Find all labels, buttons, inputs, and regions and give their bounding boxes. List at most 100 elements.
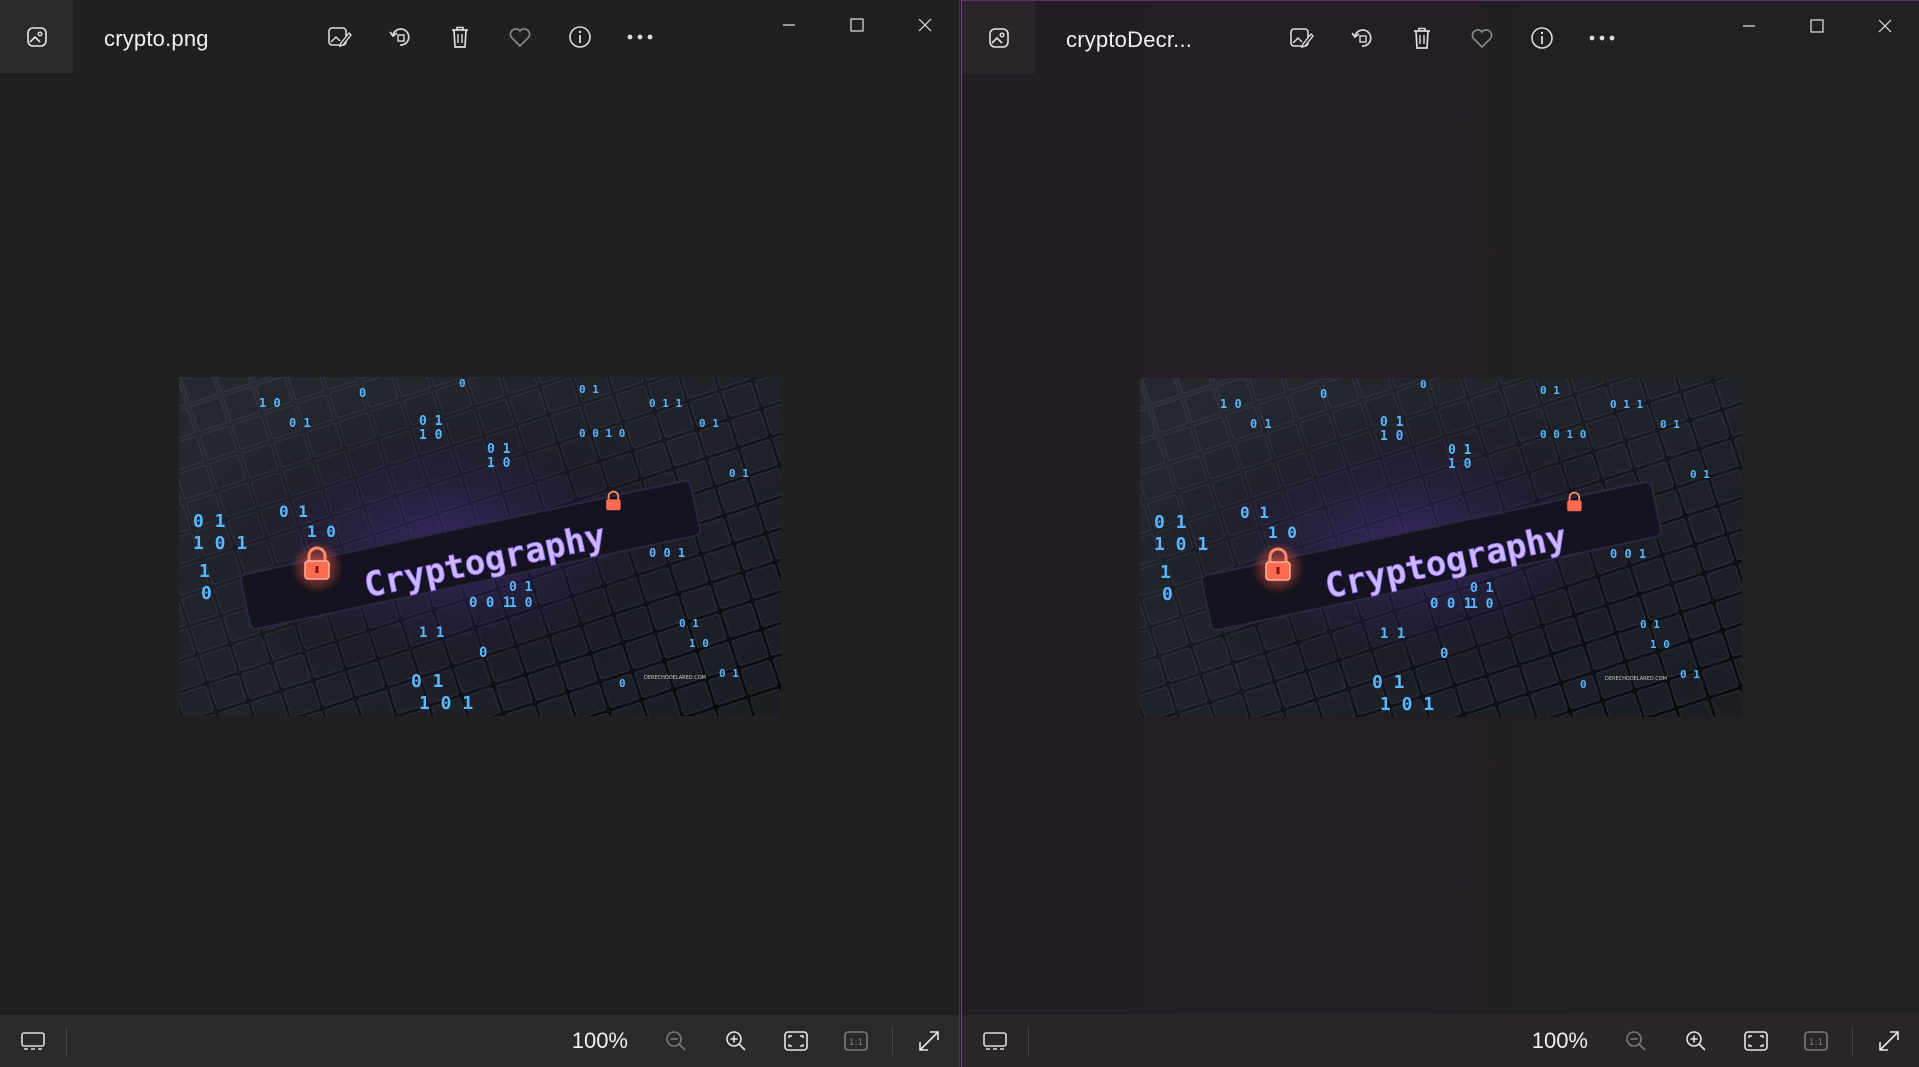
zoom-out-icon: [666, 1031, 686, 1051]
svg-text:1 1: 1 1: [419, 625, 444, 641]
fit-to-window-button[interactable]: [1726, 1015, 1786, 1067]
svg-text:0 1: 0 1: [699, 417, 719, 430]
svg-text:1: 1: [1160, 562, 1171, 583]
fit-to-window-icon: [784, 1031, 808, 1051]
zoom-out-icon: [1626, 1031, 1646, 1051]
photo-canvas[interactable]: Cryptography 0 1 1 0 1 1 0 0 1 1 0 0 1 1…: [179, 377, 781, 716]
svg-text:1 1: 1 1: [1380, 626, 1405, 642]
zoom-level: 100%: [1531, 1028, 1588, 1053]
close-icon: [918, 18, 932, 32]
minimize-button[interactable]: [1715, 1, 1783, 51]
svg-text:0 1: 0 1: [419, 414, 443, 429]
svg-text:0 1: 0 1: [719, 667, 739, 680]
info-button[interactable]: [1512, 21, 1572, 55]
svg-text:0 0 1: 0 0 1: [469, 595, 511, 611]
info-icon: [1531, 27, 1553, 49]
minimize-icon: [783, 24, 795, 26]
svg-text:0: 0: [1580, 678, 1587, 691]
zoom-out-button[interactable]: [1606, 1015, 1666, 1067]
svg-text:0 1: 0 1: [1680, 668, 1700, 681]
actual-size-button[interactable]: 1:1: [1786, 1015, 1846, 1067]
filmstrip-icon: [983, 1032, 1007, 1050]
svg-text:0 1: 0 1: [1240, 503, 1269, 522]
svg-text:0: 0: [359, 386, 366, 400]
zoom-in-icon: [1686, 1031, 1706, 1051]
fit-to-window-button[interactable]: [766, 1015, 826, 1067]
full-screen-button[interactable]: [1859, 1015, 1919, 1067]
bottom-bar: 100% 1:1: [0, 1015, 959, 1067]
svg-text:0: 0: [1420, 378, 1427, 391]
more-icon: [627, 34, 653, 40]
app-icon[interactable]: [0, 0, 73, 73]
svg-text:0 0 1: 0 0 1: [649, 546, 685, 560]
delete-icon: [452, 26, 468, 48]
svg-text:0: 0: [619, 677, 626, 690]
maximize-button[interactable]: [1783, 1, 1851, 51]
favorite-icon: [1471, 29, 1493, 49]
svg-text:1 0: 1 0: [487, 456, 511, 471]
svg-text:0: 0: [1320, 387, 1327, 401]
bottom-bar: 100% 1:1: [962, 1015, 1919, 1067]
info-icon: [569, 26, 591, 48]
separator: [66, 1027, 67, 1055]
zoom-controls: 100% 1:1: [1532, 1015, 1919, 1067]
svg-text:1 0: 1 0: [1380, 429, 1404, 444]
favorite-button[interactable]: [1452, 21, 1512, 55]
edit-image-button[interactable]: [310, 20, 370, 54]
zoom-in-button[interactable]: [1666, 1015, 1726, 1067]
more-button[interactable]: [1572, 21, 1632, 55]
full-screen-button[interactable]: [899, 1015, 959, 1067]
toolbar: [310, 20, 670, 54]
svg-text:0 1: 0 1: [289, 416, 311, 430]
svg-text:1 0: 1 0: [1220, 397, 1242, 411]
svg-text:0 1: 0 1: [487, 442, 511, 457]
more-icon: [1589, 35, 1615, 41]
svg-text:0 1: 0 1: [1690, 468, 1710, 481]
svg-text:0 0 1: 0 0 1: [1610, 547, 1646, 561]
more-button[interactable]: [610, 20, 670, 54]
info-button[interactable]: [550, 20, 610, 54]
image-watermark: DERECHODELARED.COM: [1605, 676, 1667, 682]
photo-canvas[interactable]: Cryptography 0 1 1 0 1 1 0 0 1 1 0 0 1 1…: [1140, 378, 1742, 717]
file-name: crypto.png: [104, 26, 209, 51]
svg-text:0 1: 0 1: [1540, 384, 1560, 397]
minimize-button[interactable]: [755, 0, 823, 50]
svg-text:0: 0: [479, 645, 487, 661]
svg-text:1:1: 1:1: [1809, 1038, 1823, 1048]
zoom-out-button[interactable]: [646, 1015, 706, 1067]
separator: [1852, 1027, 1853, 1055]
crypto-image: Cryptography 0 1 1 0 1 1 0 0 1 1 0 0 1 1…: [1140, 378, 1742, 717]
svg-text:1 0: 1 0: [509, 596, 533, 611]
rotate-button[interactable]: [370, 20, 430, 54]
favorite-icon: [509, 28, 531, 48]
svg-text:0 1: 0 1: [193, 511, 226, 532]
edit-image-button[interactable]: [1272, 21, 1332, 55]
svg-text:0 1: 0 1: [1380, 415, 1404, 430]
svg-text:0 1: 0 1: [1448, 443, 1472, 458]
zoom-in-button[interactable]: [706, 1015, 766, 1067]
svg-text:1 0: 1 0: [1470, 597, 1494, 612]
actual-size-icon: 1:1: [1804, 1031, 1828, 1051]
delete-button[interactable]: [1392, 21, 1452, 55]
photos-window-right: cryptoDecr... Cryptography 0 1 1 0 1 1 0…: [961, 0, 1919, 1067]
window-controls: [1715, 1, 1919, 51]
maximize-button[interactable]: [823, 0, 891, 50]
svg-text:0 1 1: 0 1 1: [649, 397, 682, 410]
filmstrip-button[interactable]: [10, 1023, 56, 1059]
app-icon[interactable]: [962, 1, 1035, 74]
favorite-button[interactable]: [490, 20, 550, 54]
delete-button[interactable]: [430, 20, 490, 54]
title-bar: crypto.png: [0, 0, 959, 73]
edit-image-icon: [1290, 28, 1314, 49]
filmstrip-button[interactable]: [972, 1023, 1018, 1059]
rotate-button[interactable]: [1332, 21, 1392, 55]
svg-text:1:1: 1:1: [849, 1038, 863, 1048]
svg-text:1 0: 1 0: [307, 522, 336, 541]
svg-text:0 1: 0 1: [1154, 512, 1187, 533]
close-button[interactable]: [1851, 1, 1919, 51]
zoom-controls: 100% 1:1: [572, 1015, 959, 1067]
actual-size-button[interactable]: 1:1: [826, 1015, 886, 1067]
close-button[interactable]: [891, 0, 959, 50]
svg-text:0 1: 0 1: [1660, 418, 1680, 431]
svg-text:0 1: 0 1: [1250, 417, 1272, 431]
